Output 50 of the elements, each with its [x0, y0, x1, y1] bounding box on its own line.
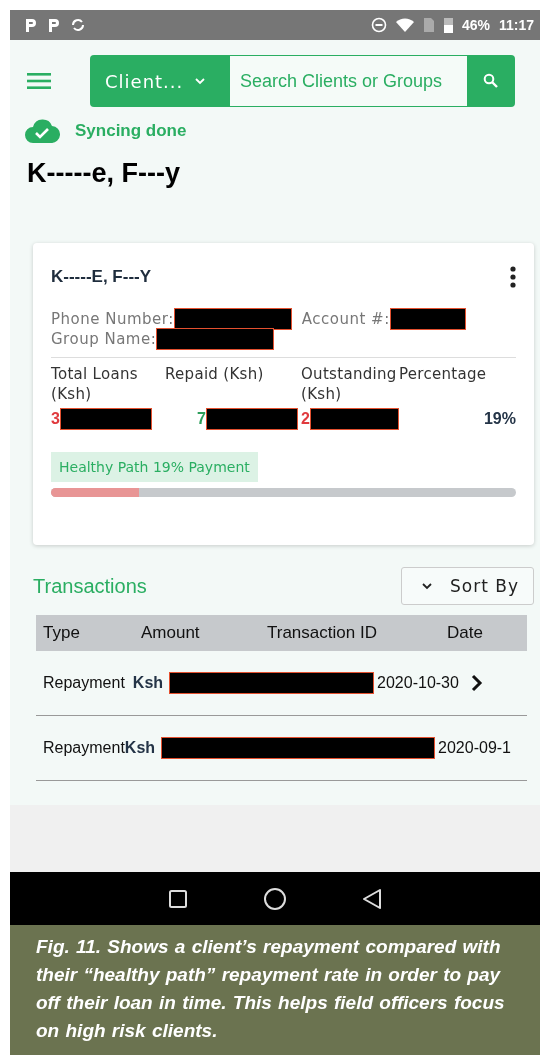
battery-icon: [443, 17, 453, 33]
wifi-icon: [395, 18, 414, 32]
transaction-type: Repayment: [43, 739, 125, 757]
stat-value: 19%: [483, 410, 516, 428]
more-options-icon[interactable]: [510, 266, 516, 288]
caret-icon: [195, 77, 206, 85]
stat-label: Outstanding (Ksh): [301, 364, 398, 405]
chevron-right-icon[interactable]: [470, 674, 483, 692]
stat-label: Repaid (Ksh): [165, 364, 265, 385]
transaction-date: 2020-10-30: [377, 674, 459, 692]
menu-icon[interactable]: [27, 72, 51, 90]
transaction-row[interactable]: Repayment Ksh 2020-10-30: [36, 651, 527, 716]
do-not-disturb-icon: [370, 17, 387, 33]
currency-label: Ksh: [132, 674, 164, 692]
app-notification-icon: [47, 17, 61, 33]
sort-by-button[interactable]: Sort By: [401, 567, 534, 605]
battery-percentage: 46%: [461, 17, 490, 33]
healthy-path-badge: Healthy Path 19% Payment: [51, 452, 258, 482]
back-icon[interactable]: [362, 887, 382, 910]
sync-status: Syncing done: [75, 121, 187, 141]
column-header: Amount: [141, 623, 201, 643]
stat-value: 3: [51, 410, 60, 428]
transaction-type: Repayment: [43, 674, 125, 692]
search-field[interactable]: Search Clients or Groups: [230, 55, 467, 107]
sync-icon: [70, 17, 86, 33]
column-header: Date: [447, 623, 483, 643]
stat-value: 7: [197, 410, 206, 428]
recent-apps-icon[interactable]: [168, 888, 188, 909]
column-header: Transaction ID: [267, 623, 378, 643]
client-name-heading: K-----e, F---y: [27, 157, 181, 190]
caret-icon: [422, 582, 432, 590]
transactions-heading: Transactions: [33, 574, 147, 598]
transaction-row[interactable]: RepaymentKsh 2020-09-1: [36, 716, 527, 781]
column-header: Type: [43, 623, 81, 643]
sim-card-icon: [422, 17, 435, 33]
phone-number-label: Phone Number:: [51, 310, 174, 328]
clock-time: 11:17: [498, 17, 534, 33]
stat-label: Percentage: [399, 364, 488, 385]
group-name-label: Group Name:: [51, 330, 157, 348]
app-notification-icon: [24, 17, 38, 33]
currency-label: Ksh: [124, 739, 156, 757]
card-client-name: K-----E, F---Y: [51, 267, 152, 287]
figure-caption: Fig. 11. Shows a client’s repayment compared with their “healthy path” repayment rate in order to pay off their loan in time. This helps field officers focus on high risk clients.: [36, 935, 506, 1043]
transaction-date: 2020-09-1: [438, 739, 511, 757]
cloud-check-icon: [24, 119, 60, 143]
account-number-label: Account #:: [301, 310, 390, 328]
search-icon: [483, 73, 499, 89]
stat-value: 2: [301, 410, 310, 428]
home-icon[interactable]: [263, 886, 287, 911]
stat-label: Total Loans (Ksh): [51, 364, 139, 405]
